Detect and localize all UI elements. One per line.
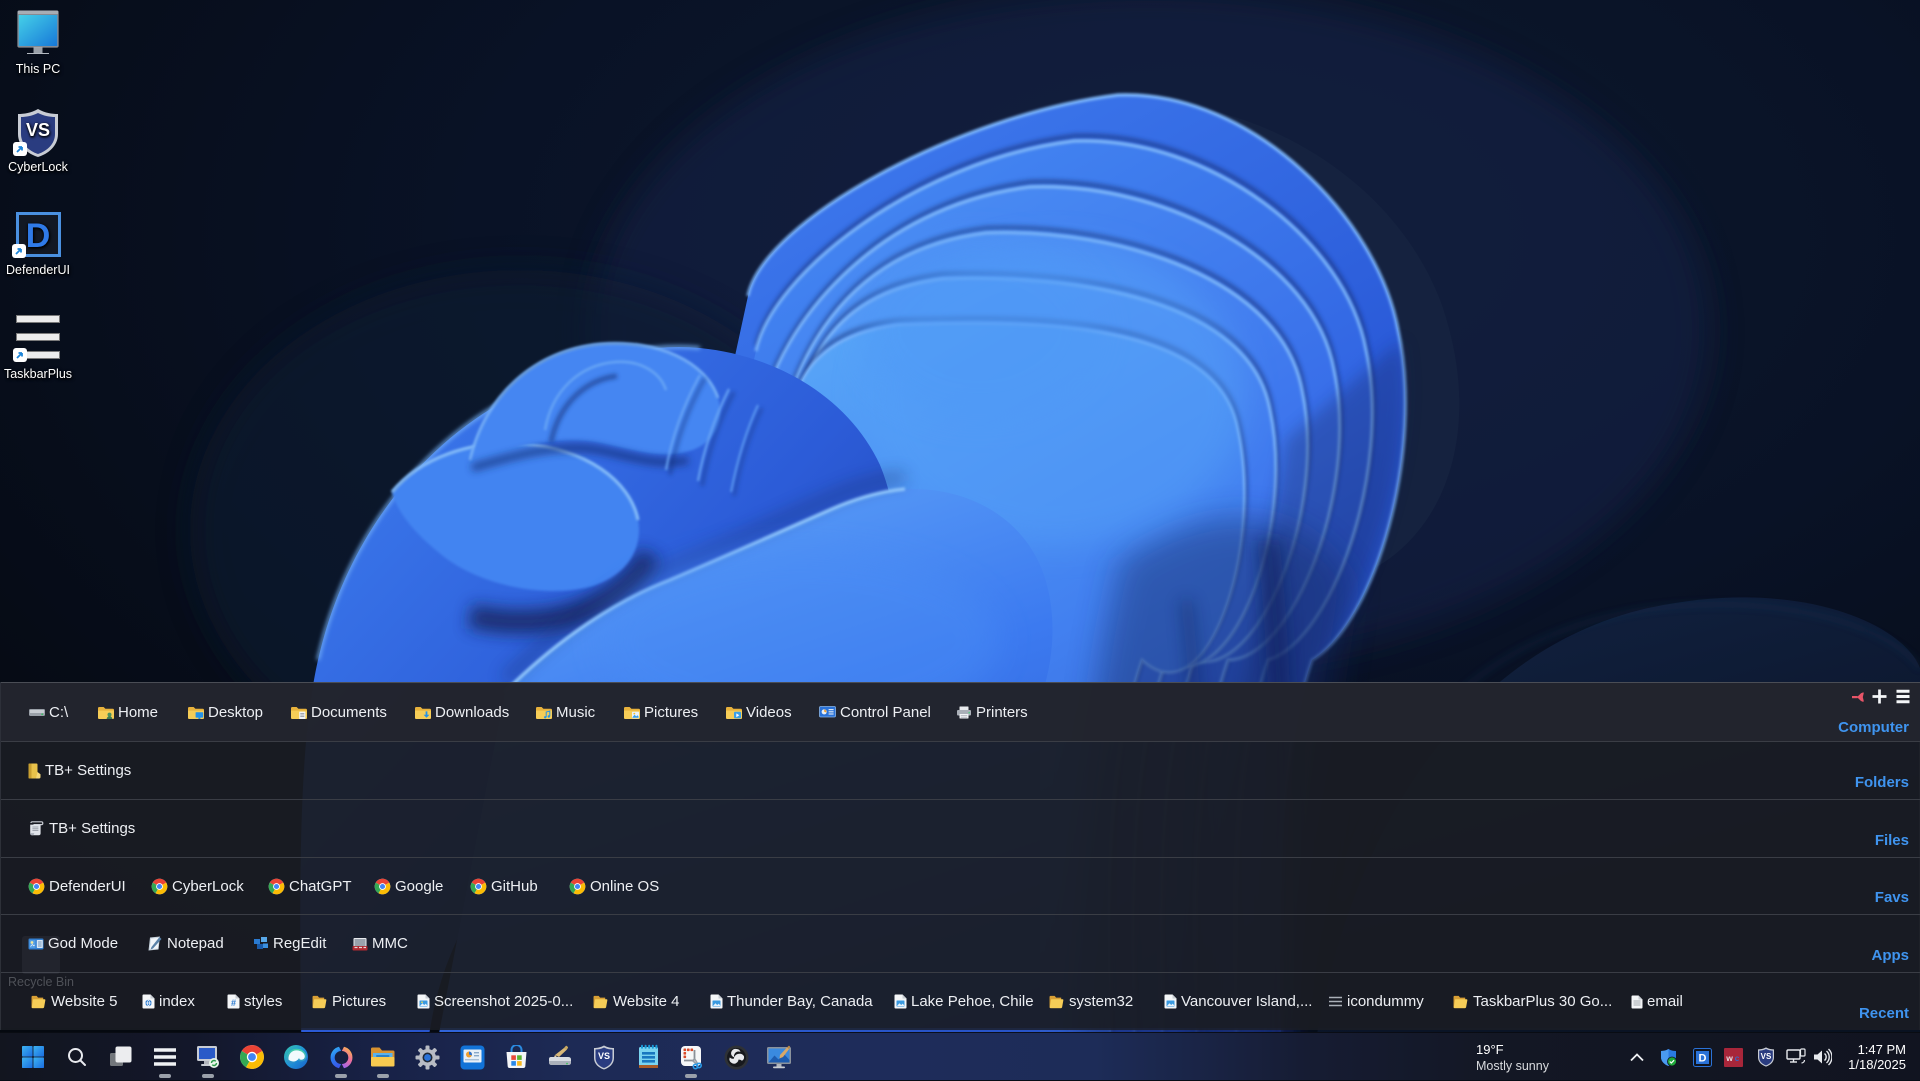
svg-text:VS: VS	[26, 120, 50, 140]
svg-text:D: D	[26, 217, 51, 255]
svg-text:VS: VS	[1761, 1052, 1772, 1061]
svg-text:c: c	[1734, 1053, 1739, 1063]
svg-text:D: D	[1698, 1052, 1706, 1064]
svg-text:#: #	[231, 998, 236, 1008]
svg-text:VS: VS	[598, 1051, 610, 1061]
svg-text:w: w	[1725, 1053, 1733, 1063]
